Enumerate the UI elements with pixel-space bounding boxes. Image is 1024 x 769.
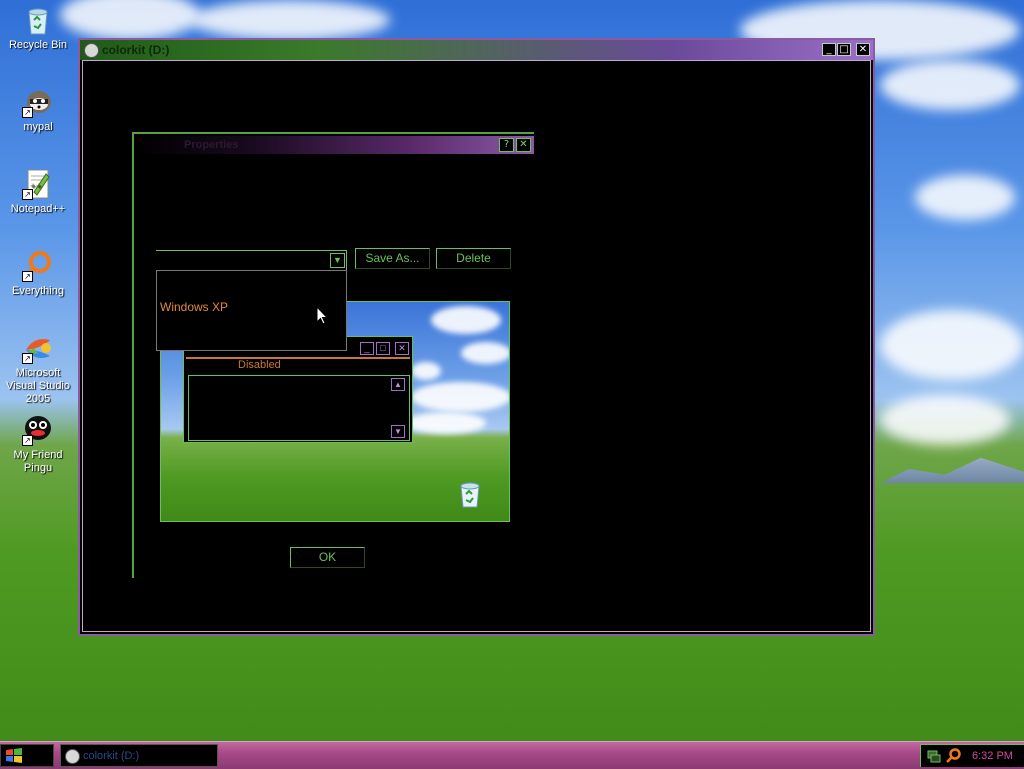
- chevron-down-icon[interactable]: ▼: [330, 253, 345, 268]
- cloud: [880, 395, 1010, 445]
- recycle-bin-icon: [457, 480, 483, 508]
- dialog-titlebar[interactable]: Properties ? ✕: [134, 136, 534, 154]
- shortcut-arrow-icon: ↗: [22, 435, 33, 446]
- recycle-bin-icon: [22, 4, 54, 36]
- cloud: [60, 0, 200, 40]
- notepadpp-icon: ++ ↗: [22, 168, 54, 200]
- maximize-button[interactable]: □: [837, 43, 851, 56]
- desktop-icon-msvs2005[interactable]: ↗ Microsoft Visual Studio 2005: [0, 332, 76, 406]
- system-tray: 6:32 PM: [920, 744, 1024, 767]
- taskbar-item-label: colorkit (D:): [83, 750, 140, 762]
- help-button[interactable]: ?: [499, 138, 514, 152]
- scroll-down-icon: ▼: [391, 425, 405, 438]
- everything-search-icon: ↗: [22, 250, 54, 282]
- shortcut-arrow-icon: ↗: [22, 353, 33, 364]
- main-window-title: colorkit (D:): [102, 43, 170, 57]
- taskbar: colorkit (D:) 6:32 PM: [0, 741, 1024, 769]
- ok-button[interactable]: OK: [290, 547, 365, 568]
- preview-window: _ □ ✕ Disabled ▲ ▼: [183, 336, 413, 443]
- start-button[interactable]: [0, 744, 54, 767]
- raccoon-icon: ↗: [22, 86, 54, 118]
- scheme-combobox[interactable]: ▼: [156, 250, 347, 270]
- desktop-icon-everything[interactable]: ↗ Everything: [0, 250, 76, 298]
- dialog-close-button[interactable]: ✕: [516, 138, 531, 152]
- cloud: [411, 382, 509, 412]
- minimize-button[interactable]: _: [822, 43, 836, 56]
- close-button[interactable]: ✕: [856, 43, 870, 56]
- dropdown-option-windows-xp[interactable]: Windows XP: [160, 300, 228, 314]
- taskbar-item-colorkit[interactable]: colorkit (D:): [60, 744, 218, 767]
- dialog-title: Properties: [184, 139, 239, 151]
- desktop-icon-label: Everything: [12, 285, 64, 297]
- desktop-icon-label: Recycle Bin: [8, 39, 68, 51]
- desktop-icon-mypal[interactable]: ↗ mypal: [0, 86, 76, 134]
- preview-minimize-button: _: [360, 342, 374, 355]
- delete-button[interactable]: Delete: [436, 248, 511, 269]
- desktop-icon-notepadpp[interactable]: ++ ↗ Notepad++: [0, 168, 76, 216]
- app-icon: [84, 43, 99, 58]
- scroll-up-icon: ▲: [391, 378, 405, 391]
- cloud: [461, 342, 509, 364]
- desktop-icon-recycle-bin[interactable]: Recycle Bin: [0, 4, 76, 52]
- cloud: [431, 306, 501, 334]
- pingu-icon: ↗: [22, 414, 54, 446]
- mountains: [880, 457, 1024, 483]
- app-icon: [65, 749, 80, 764]
- main-window-titlebar[interactable]: colorkit (D:) _ □ ✕: [80, 40, 873, 60]
- disabled-label: Disabled: [238, 359, 281, 371]
- preview-close-button: ✕: [395, 342, 409, 355]
- desktop-icon-label: Microsoft Visual Studio 2005: [5, 367, 70, 405]
- cloud: [411, 362, 441, 380]
- cloud: [915, 175, 1015, 220]
- cloud: [880, 60, 1020, 110]
- desktop-icon-label: Notepad++: [10, 203, 66, 215]
- visual-studio-icon: ↗: [22, 332, 54, 364]
- preview-maximize-button: □: [376, 342, 390, 355]
- preview-listbox: ▲ ▼: [188, 375, 410, 441]
- save-as-button[interactable]: Save As...: [355, 248, 430, 269]
- desktop-icon-my-friend-pingu[interactable]: ↗ My Friend Pingu: [0, 414, 76, 475]
- shortcut-arrow-icon: ↗: [22, 107, 33, 118]
- desktop-icon-label: My Friend Pingu: [13, 449, 63, 474]
- shortcut-arrow-icon: ↗: [22, 189, 33, 200]
- desktop-icon-label: mypal: [23, 121, 53, 133]
- search-icon[interactable]: [945, 748, 961, 764]
- mouse-cursor-icon: [316, 305, 329, 326]
- clock[interactable]: 6:32 PM: [972, 750, 1013, 762]
- network-icon[interactable]: [927, 749, 941, 763]
- windows-logo-icon: [6, 748, 22, 763]
- cloud: [406, 412, 486, 434]
- cloud: [190, 0, 390, 40]
- cloud: [880, 310, 1024, 380]
- shortcut-arrow-icon: ↗: [22, 271, 33, 282]
